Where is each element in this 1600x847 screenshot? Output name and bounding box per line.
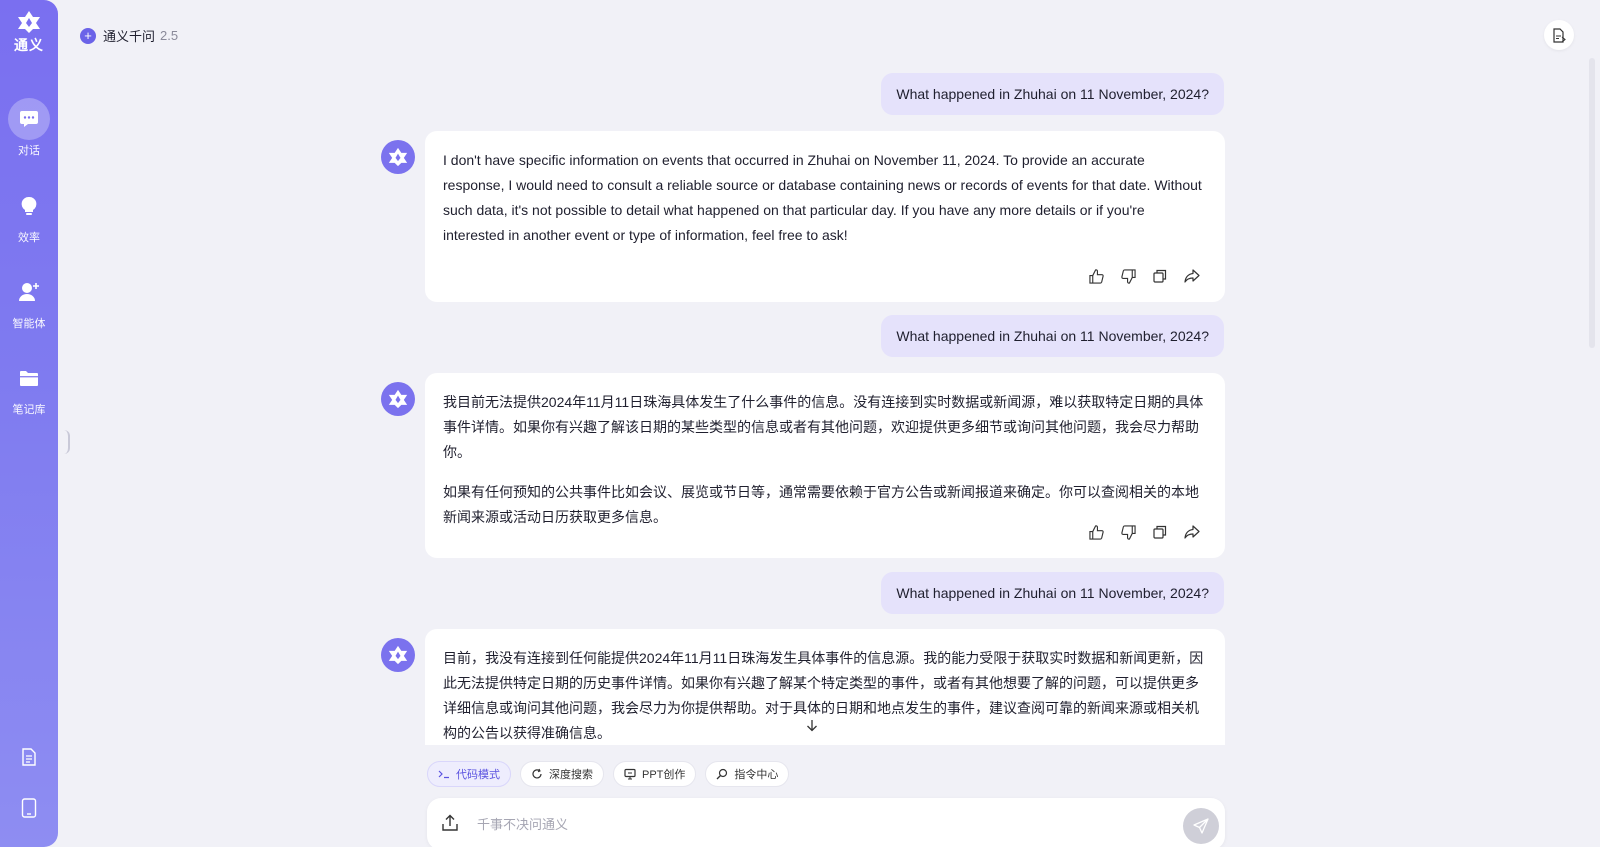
chat-area: + 通义千问 2.5 What happened in Zhuhai on 11…	[0, 0, 1600, 745]
upload-icon	[442, 814, 458, 831]
thumbs-up-button[interactable]	[1087, 523, 1105, 541]
assistant-avatar	[381, 382, 415, 416]
thumbs-down-button[interactable]	[1119, 523, 1137, 541]
copy-icon	[1153, 269, 1167, 283]
sidebar-tablet-button[interactable]	[0, 798, 58, 818]
thumbs-up-icon	[1088, 524, 1104, 540]
share-button[interactable]	[1183, 523, 1201, 541]
assistant-avatar	[381, 140, 415, 174]
upload-button[interactable]	[441, 814, 459, 837]
user-message: What happened in Zhuhai on 11 November, …	[881, 315, 1224, 357]
tablet-icon	[21, 798, 37, 818]
presentation-icon	[624, 768, 636, 780]
command-icon	[716, 768, 728, 780]
assistant-message: 目前，我没有连接到任何能提供2024年11月11日珠海发生具体事件的信息源。我的…	[425, 629, 1225, 745]
chip-label: 代码模式	[456, 769, 500, 781]
assistant-message-text: 我目前无法提供2024年11月11日珠海具体发生了什么事件的信息。没有连接到实时…	[443, 394, 1204, 460]
copy-icon	[1153, 525, 1167, 539]
message-actions	[1087, 267, 1201, 285]
command-center-chip[interactable]: 指令中心	[705, 761, 790, 787]
assistant-avatar	[381, 638, 415, 672]
copy-button[interactable]	[1151, 267, 1169, 285]
share-icon	[1184, 269, 1200, 283]
thumbs-down-button[interactable]	[1119, 267, 1137, 285]
assistant-message-text: I don't have specific information on eve…	[443, 152, 1202, 243]
code-mode-chip[interactable]: 代码模式	[427, 761, 511, 787]
assistant-message-text: 目前，我没有连接到任何能提供2024年11月11日珠海发生具体事件的信息源。我的…	[443, 650, 1204, 741]
search-refresh-icon	[532, 768, 542, 779]
chip-label: PPT创作	[642, 769, 686, 781]
user-message: What happened in Zhuhai on 11 November, …	[881, 572, 1224, 614]
assistant-message: 我目前无法提供2024年11月11日珠海具体发生了什么事件的信息。没有连接到实时…	[425, 373, 1225, 558]
model-selector[interactable]: + 通义千问 2.5	[80, 26, 178, 45]
export-document-button[interactable]	[1544, 20, 1574, 50]
new-chat-plus-icon[interactable]: +	[80, 27, 96, 44]
message-actions	[1087, 523, 1201, 541]
tongyi-logo-icon	[388, 389, 408, 409]
terminal-icon	[438, 770, 449, 779]
chip-label: 指令中心	[734, 769, 779, 781]
export-document-icon	[1553, 27, 1566, 43]
share-icon	[1184, 525, 1200, 539]
tool-chips: 代码模式 深度搜索 PPT创作 指令中心	[427, 761, 790, 787]
share-button[interactable]	[1183, 267, 1201, 285]
user-message: What happened in Zhuhai on 11 November, …	[881, 73, 1224, 115]
tongyi-logo-icon	[388, 645, 408, 665]
model-name: 通义千问	[103, 29, 156, 44]
tongyi-logo-icon	[388, 147, 408, 167]
send-button[interactable]	[1183, 808, 1219, 844]
sidebar-document-button[interactable]	[0, 748, 58, 766]
assistant-message: I don't have specific information on eve…	[425, 131, 1225, 302]
chat-input[interactable]	[477, 812, 1157, 836]
chat-scrollbar[interactable]	[1589, 58, 1595, 348]
thumbs-up-icon	[1088, 268, 1104, 284]
copy-button[interactable]	[1151, 523, 1169, 541]
thumbs-down-icon	[1120, 524, 1136, 540]
chip-label: 深度搜索	[549, 769, 593, 781]
thumbs-up-button[interactable]	[1087, 267, 1105, 285]
arrow-down-icon	[807, 719, 817, 731]
deep-search-chip[interactable]: 深度搜索	[520, 761, 604, 787]
ppt-creation-chip[interactable]: PPT创作	[613, 761, 697, 787]
thumbs-down-icon	[1120, 268, 1136, 284]
send-icon	[1193, 818, 1209, 834]
model-version: 2.5	[160, 28, 179, 43]
document-icon	[22, 748, 36, 766]
scroll-to-bottom-button[interactable]	[800, 713, 824, 737]
message-composer	[427, 798, 1225, 847]
